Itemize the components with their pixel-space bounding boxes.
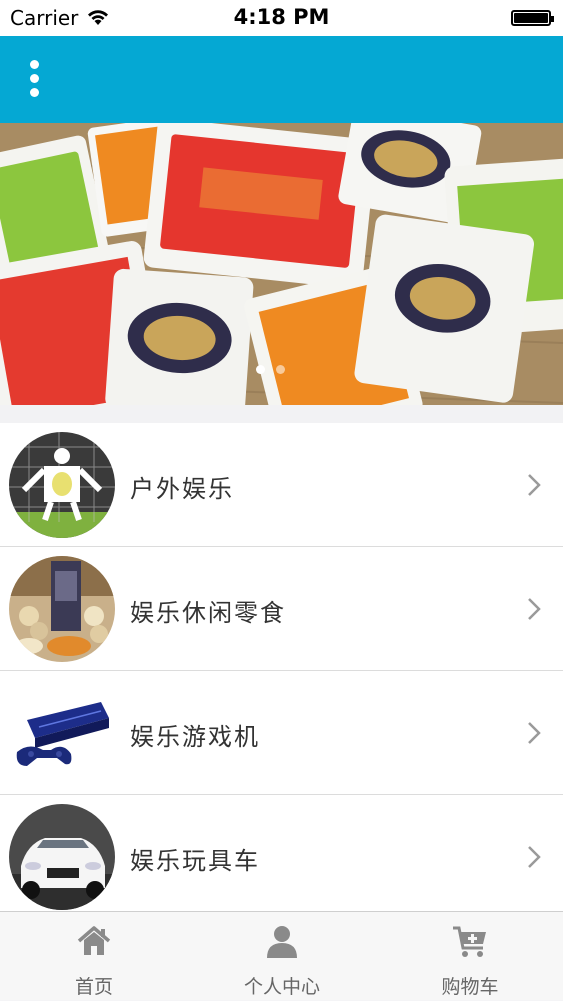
list-item-toy-car[interactable]: 娱乐玩具车	[0, 795, 563, 919]
tab-cart[interactable]: 购物车	[376, 912, 563, 1001]
tab-bar: 首页 个人中心 购物车	[0, 911, 563, 1000]
carousel-dot-active[interactable]	[256, 365, 265, 374]
list-item-label: 娱乐游戏机	[130, 723, 260, 751]
chevron-right-icon	[528, 598, 541, 620]
toy-car-photo	[9, 804, 115, 910]
tab-label: 个人中心	[243, 976, 320, 998]
tab-home[interactable]: 首页	[0, 912, 188, 1001]
battery-icon	[511, 10, 554, 26]
chevron-right-icon	[528, 846, 541, 868]
tab-label: 首页	[74, 976, 113, 998]
status-bar: Carrier 4:18 PM	[0, 0, 563, 36]
banner-image	[0, 123, 563, 405]
banner-carousel[interactable]	[0, 123, 563, 405]
list-item-label: 娱乐玩具车	[130, 847, 260, 875]
list-item-game-console[interactable]: 娱乐游戏机	[0, 671, 563, 795]
section-divider	[0, 405, 563, 423]
carousel-indicator	[256, 365, 296, 377]
list-item-leisure-snacks[interactable]: 娱乐休闲零食	[0, 547, 563, 671]
cart-icon	[453, 926, 486, 957]
tab-profile[interactable]: 个人中心	[188, 912, 376, 1001]
tab-label: 购物车	[441, 976, 499, 998]
snacks-photo	[9, 556, 115, 662]
list-item-label: 娱乐休闲零食	[130, 599, 286, 627]
chevron-right-icon	[528, 474, 541, 496]
more-vertical-icon[interactable]	[24, 56, 46, 102]
category-list: 户外娱乐 娱乐休闲零食 娱乐游戏机 娱乐玩具车	[0, 423, 563, 919]
clock-time: 4:18 PM	[233, 5, 330, 29]
list-item-outdoor-entertainment[interactable]: 户外娱乐	[0, 423, 563, 547]
user-icon	[267, 926, 297, 958]
soccer-goal-photo	[9, 432, 115, 538]
nav-bar	[0, 36, 563, 123]
carousel-dot[interactable]	[276, 365, 285, 374]
game-console-photo	[9, 680, 115, 786]
chevron-right-icon	[528, 722, 541, 744]
list-item-label: 户外娱乐	[130, 475, 234, 503]
home-icon	[77, 926, 111, 955]
